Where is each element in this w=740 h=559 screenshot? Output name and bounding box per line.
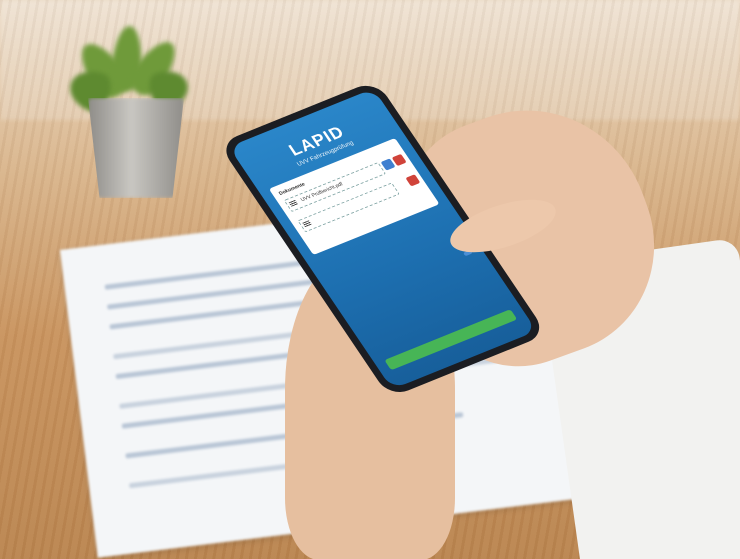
photo-scene: LAPID UVV Fahrzeugprüfung Dokumente UVV … xyxy=(0,0,740,559)
drag-handle-icon[interactable] xyxy=(302,220,312,228)
plant-pot xyxy=(88,98,184,198)
drag-handle-icon[interactable] xyxy=(288,199,298,207)
delete-button[interactable] xyxy=(405,174,421,187)
